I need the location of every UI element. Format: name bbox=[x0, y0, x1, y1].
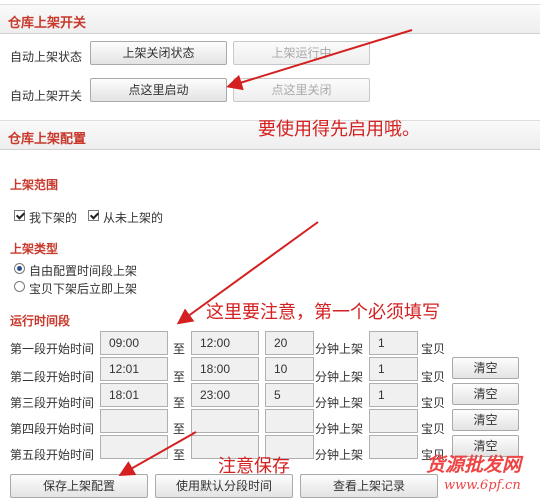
watermark-brand: 货源批发网 bbox=[426, 454, 522, 476]
arrow-to-first-row bbox=[176, 221, 319, 325]
arrow-to-save bbox=[118, 431, 197, 476]
arrow-to-start-button bbox=[226, 29, 413, 91]
annotation-arrows bbox=[118, 29, 413, 476]
watermark-url: www.6pf.cn bbox=[444, 478, 521, 493]
